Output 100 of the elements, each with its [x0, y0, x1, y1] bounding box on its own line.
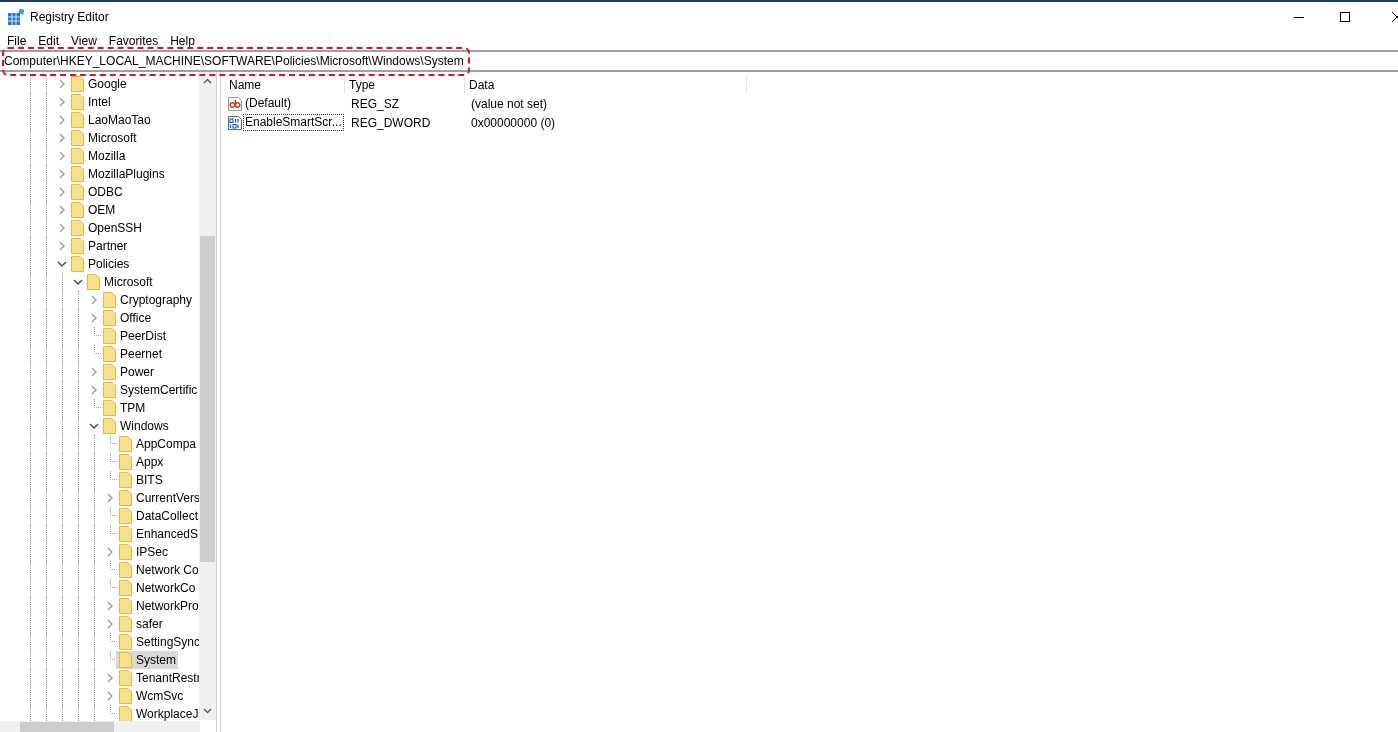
folder-icon [71, 76, 84, 92]
tree-item[interactable]: Peernet [100, 345, 165, 363]
folder-icon [103, 346, 116, 362]
registry-app-icon [8, 9, 24, 25]
menu-item[interactable]: Help [165, 35, 200, 47]
tree-item[interactable]: CurrentVers [116, 489, 203, 507]
folder-icon [71, 220, 84, 236]
close-icon [1392, 12, 1398, 22]
tree-item[interactable]: OpenSSH [68, 219, 145, 237]
folder-icon [103, 310, 116, 326]
tree-item[interactable]: EnhancedS [116, 525, 201, 543]
folder-icon [119, 490, 132, 506]
tree-item[interactable]: SystemCertific [100, 381, 200, 399]
folder-icon [71, 148, 84, 164]
menu-item[interactable]: View [66, 35, 102, 47]
tree-item[interactable]: Power [100, 363, 156, 381]
folder-icon [71, 130, 84, 146]
tree-item[interactable]: TenantRestr [116, 669, 203, 687]
folder-icon [103, 418, 116, 434]
folder-icon [71, 112, 84, 128]
folder-icon [119, 706, 132, 722]
string-value-icon [227, 95, 243, 112]
folder-icon [71, 238, 84, 254]
folder-icon [71, 184, 84, 200]
tree-item[interactable]: WcmSvc [116, 687, 186, 705]
tree-item[interactable]: BITS [116, 471, 165, 489]
folder-icon [71, 166, 84, 182]
folder-icon [119, 472, 132, 488]
tree-item[interactable]: DataCollect [116, 507, 201, 525]
binary-value-icon [227, 114, 243, 131]
folder-icon [103, 382, 116, 398]
chevron-down-icon[interactable] [89, 422, 99, 430]
tree-item[interactable]: SettingSync [116, 633, 203, 651]
folder-icon [119, 634, 132, 650]
scrollbar-thumb[interactable] [200, 236, 215, 562]
tree-item[interactable]: Office [100, 309, 154, 327]
folder-icon [103, 400, 116, 416]
minimize-icon [1294, 16, 1304, 18]
folder-icon [103, 292, 116, 308]
tree-item[interactable]: NetworkCo [116, 579, 198, 597]
tree-item[interactable]: IPSec [116, 543, 170, 561]
tree-item[interactable]: System [116, 651, 178, 669]
value-data: (value not set) [470, 95, 548, 113]
tree-item[interactable]: Network Co [116, 561, 201, 579]
folder-icon [119, 688, 132, 704]
value-name[interactable]: (Default) [244, 96, 292, 111]
value-data: 0x00000000 (0) [470, 114, 556, 132]
folder-icon [71, 202, 84, 218]
tree-item[interactable]: MozillaPlugins [68, 165, 167, 183]
folder-icon [71, 256, 84, 272]
column-header[interactable]: Type [345, 76, 465, 94]
tree-item[interactable]: PeerDist [100, 327, 168, 345]
folder-icon [119, 580, 132, 596]
tree-item[interactable]: Windows [100, 417, 171, 435]
tree-item[interactable]: LaoMaoTao [68, 111, 153, 129]
vertical-scrollbar[interactable] [199, 72, 216, 720]
tree-item[interactable]: NetworkPro [116, 597, 201, 615]
folder-icon [119, 508, 132, 524]
tree-item[interactable]: Policies [68, 255, 132, 273]
tree-item[interactable]: TPM [100, 399, 148, 417]
folder-icon [119, 562, 132, 578]
folder-icon [119, 598, 132, 614]
tree-item[interactable]: Intel [68, 93, 113, 111]
tree-item[interactable]: OEM [68, 201, 118, 219]
tree-item[interactable]: Mozilla [68, 147, 128, 165]
folder-icon [119, 544, 132, 560]
folder-icon [119, 436, 132, 452]
value-type: REG_DWORD [350, 114, 432, 132]
scroll-up-icon[interactable] [203, 78, 212, 84]
tree-item[interactable]: Partner [68, 237, 130, 255]
folder-icon [119, 526, 132, 542]
address-bar[interactable]: Computer\HKEY_LOCAL_MACHINE\SOFTWARE\Policies\Microsoft\Windows\System [0, 50, 1398, 72]
menu-item[interactable]: Favorites [103, 35, 164, 47]
folder-icon [71, 94, 84, 110]
window-title: Registry Editor [30, 9, 109, 26]
value-type: REG_SZ [350, 95, 400, 113]
tree-item[interactable]: Google [68, 75, 129, 93]
folder-icon [119, 616, 132, 632]
chevron-right-icon[interactable] [106, 493, 114, 503]
maximize-icon [1340, 12, 1350, 22]
column-header[interactable]: Name [225, 76, 345, 94]
tree-item[interactable]: Appx [116, 453, 166, 471]
tree-item[interactable]: WorkplaceJ [116, 705, 201, 723]
folder-icon [87, 274, 100, 290]
tree-item[interactable]: safer [116, 615, 165, 633]
menu-item[interactable]: File [2, 35, 32, 47]
value-name[interactable]: EnableSmartScr... [244, 115, 343, 130]
folder-icon [103, 364, 116, 380]
tree-item[interactable]: ODBC [68, 183, 125, 201]
folder-icon [119, 652, 132, 668]
chevron-right-icon[interactable] [106, 547, 114, 557]
menu-item[interactable]: Edit [33, 35, 65, 47]
column-header[interactable]: Data [465, 76, 747, 94]
folder-icon [119, 454, 132, 470]
tree-item[interactable]: Microsoft [68, 129, 139, 147]
folder-icon [119, 670, 132, 686]
scroll-down-icon[interactable] [203, 708, 212, 714]
tree-item[interactable]: Cryptography [100, 291, 195, 309]
tree-item[interactable]: AppCompa [116, 435, 199, 453]
tree-item[interactable]: Microsoft [84, 273, 155, 291]
